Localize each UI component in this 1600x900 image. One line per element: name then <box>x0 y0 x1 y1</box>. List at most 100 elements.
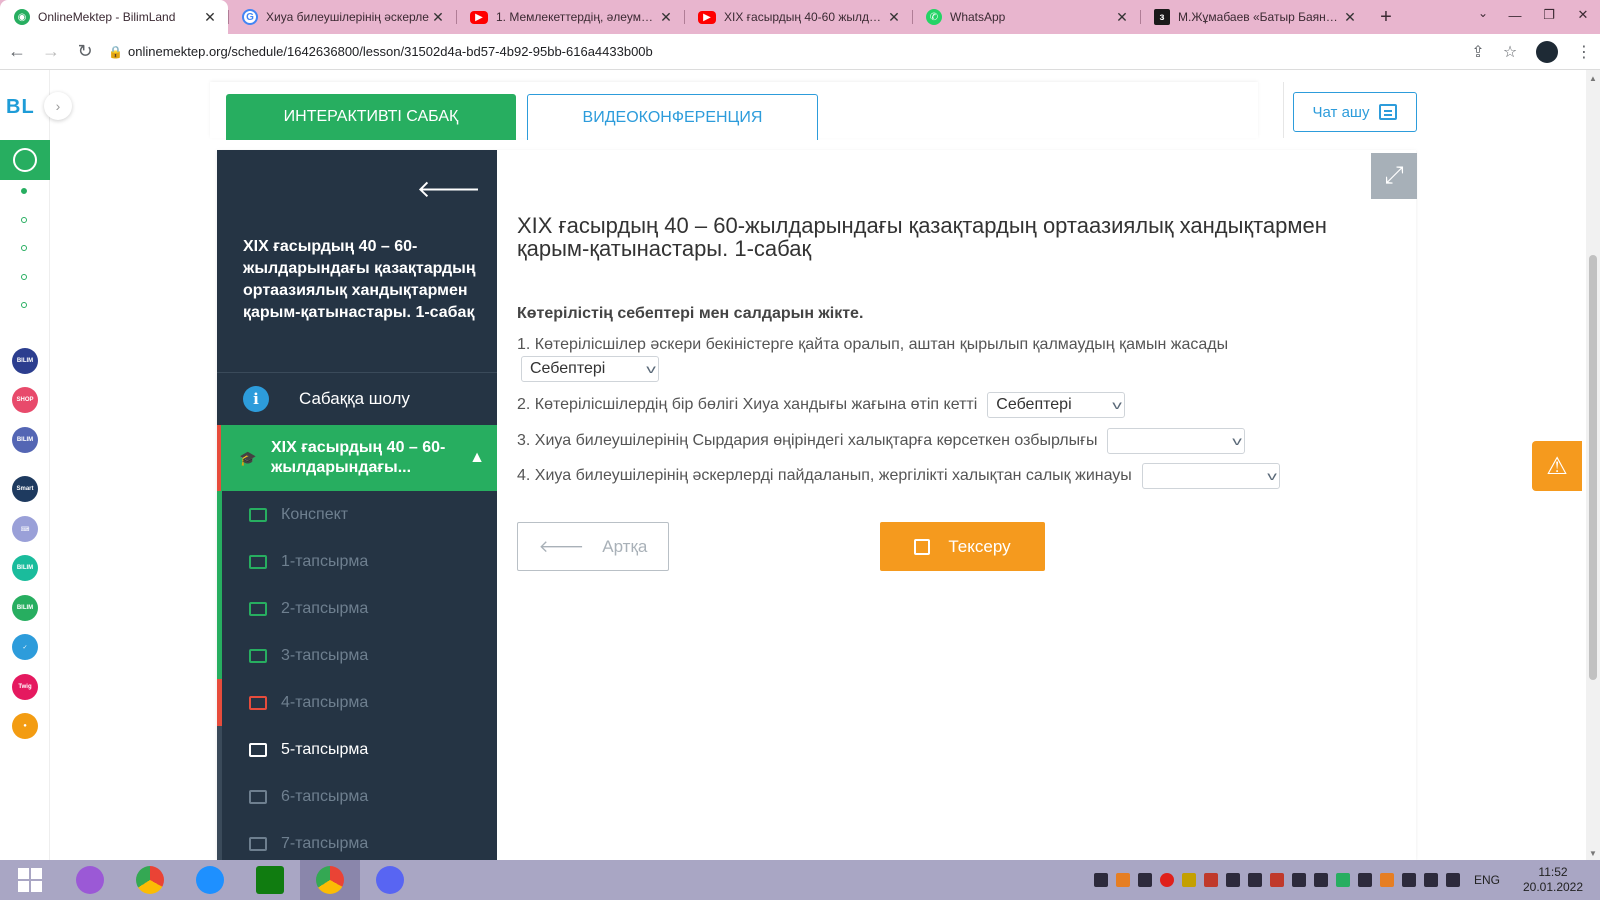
close-icon[interactable]: ✕ <box>886 9 902 26</box>
sidebar-item-konspekt[interactable]: Конспект <box>217 491 497 538</box>
close-icon[interactable]: ✕ <box>430 9 446 26</box>
status-bar <box>217 538 222 585</box>
sidebar-item-task-7[interactable]: 7-тапсырма <box>217 820 497 860</box>
bilimland-logo[interactable]: BL <box>6 96 35 119</box>
task-app-icon[interactable]: ✓ <box>12 634 38 660</box>
url-field[interactable]: 🔒 onlinemektep.org/schedule/1642636800/l… <box>108 38 1454 66</box>
answer-select-1[interactable]: Себептері v <box>521 356 659 382</box>
page-scrollbar[interactable]: ▲ ▼ <box>1586 70 1600 860</box>
status-bar <box>217 773 222 820</box>
forward-arrow-icon[interactable]: → <box>34 35 68 69</box>
nav-dot[interactable] <box>21 217 27 223</box>
sidebar-item-task-2[interactable]: 2-тапсырма <box>217 585 497 632</box>
tray-app-icon[interactable] <box>1115 873 1130 887</box>
sidebar-item-task-6[interactable]: 6-тапсырма <box>217 773 497 820</box>
answer-select-2[interactable]: Себептері v <box>987 392 1126 418</box>
minimize-icon[interactable]: — <box>1498 0 1532 30</box>
sidebar-item-task-4[interactable]: 4-тапсырма <box>217 679 497 726</box>
close-icon[interactable]: ✕ <box>1114 9 1130 26</box>
scrollbar-thumb[interactable] <box>1589 255 1597 680</box>
discord-icon[interactable] <box>360 860 420 900</box>
tab-videoconference[interactable]: ВИДЕОКОНФЕРЕНЦИЯ <box>527 94 818 140</box>
tray-app-icon[interactable] <box>1379 873 1394 887</box>
browser-tab-whatsapp[interactable]: ✆ WhatsApp ✕ <box>912 0 1140 34</box>
cortana-icon[interactable] <box>60 860 120 900</box>
close-icon[interactable]: ✕ <box>1342 9 1358 26</box>
input-language[interactable]: ENG <box>1474 873 1500 887</box>
store-icon[interactable] <box>240 860 300 900</box>
sidebar-module-current[interactable]: 🎓 XIX ғасырдың 40 – 60-жылдарындағы... ▲ <box>217 425 497 491</box>
opera-icon[interactable] <box>1159 873 1174 887</box>
window-close-icon[interactable]: ✕ <box>1566 0 1600 30</box>
nav-dot[interactable] <box>21 245 27 251</box>
answer-select-3[interactable]: v <box>1107 428 1246 454</box>
scroll-up-icon[interactable]: ▲ <box>1589 74 1597 83</box>
tab-search-chevron-icon[interactable]: ⌄ <box>1478 6 1488 20</box>
fullscreen-expand-icon[interactable]: ⤢ <box>1371 153 1417 199</box>
open-chat-button[interactable]: Чат ашу <box>1293 92 1417 132</box>
network-signal-icon[interactable] <box>1401 873 1416 887</box>
back-button[interactable]: 🡐 Артқа <box>517 522 669 571</box>
tray-app-icon[interactable] <box>1203 873 1218 887</box>
bilim-land-icon[interactable]: BILIM <box>12 595 38 621</box>
windows-start-icon[interactable] <box>0 860 60 900</box>
share-icon[interactable]: ⇪ <box>1462 36 1494 68</box>
back-arrow-icon[interactable]: ← <box>0 35 34 69</box>
reload-icon[interactable]: ↻ <box>68 35 102 69</box>
browser-tab-youtube-2[interactable]: ▶ XIX ғасырдың 40-60 жылдары ✕ <box>684 0 912 34</box>
browser-tab-znanija[interactable]: з М.Жұмабаев «Батыр Баян» по ✕ <box>1140 0 1368 34</box>
nav-dot[interactable] <box>21 302 27 308</box>
tray-app-icon[interactable] <box>1313 873 1328 887</box>
keyboard-app-icon[interactable]: ⌨ <box>12 516 38 542</box>
browser-tab-youtube-1[interactable]: ▶ 1. Мемлекеттердің, әлеуметті ✕ <box>456 0 684 34</box>
chrome-icon[interactable] <box>120 860 180 900</box>
chevron-up-icon[interactable]: ▲ <box>457 449 497 467</box>
volume-icon[interactable] <box>1423 873 1438 887</box>
smart-nation-icon[interactable]: Smart <box>12 476 38 502</box>
profile-avatar[interactable] <box>1536 40 1558 63</box>
tray-app-icon[interactable] <box>1269 873 1284 887</box>
tray-app-icon[interactable] <box>1225 873 1240 887</box>
tab-interactive-lesson[interactable]: ИНТЕРАКТИВТІ САБАҚ <box>226 94 516 140</box>
restore-icon[interactable]: ❐ <box>1532 0 1566 30</box>
internet-explorer-icon[interactable] <box>180 860 240 900</box>
tray-app-icon[interactable] <box>1137 873 1152 887</box>
orange-app-icon[interactable]: ● <box>12 713 38 739</box>
tray-app-icon[interactable] <box>1445 873 1460 887</box>
browser-tab-onlinemektep[interactable]: ◉ OnlineMektep - BilimLand ✕ <box>0 0 228 34</box>
tray-app-icon[interactable] <box>1291 873 1306 887</box>
bilim-app-3-icon[interactable]: BILIM <box>12 427 38 453</box>
close-icon[interactable]: ✕ <box>202 9 218 26</box>
battery-icon[interactable] <box>1357 873 1372 887</box>
report-warning-icon[interactable]: ⚠ <box>1532 441 1582 491</box>
collapse-sidebar-arrow-icon[interactable]: 🡐 <box>417 174 481 204</box>
sidebar-item-task-5[interactable]: 5-тапсырма <box>217 726 497 773</box>
new-tab-button[interactable]: + <box>1368 0 1404 34</box>
answer-select-4[interactable]: v <box>1141 463 1280 489</box>
tray-app-icon[interactable] <box>1093 873 1108 887</box>
tray-app-icon[interactable] <box>1247 873 1262 887</box>
close-icon[interactable]: ✕ <box>658 9 674 26</box>
tray-app-icon[interactable] <box>1181 873 1196 887</box>
bilim-app-1-icon[interactable]: BILIM <box>12 348 38 374</box>
bilim-app-6-icon[interactable]: BILIM <box>12 555 38 581</box>
tray-app-icon[interactable] <box>1335 873 1350 887</box>
nav-dot[interactable] <box>21 274 27 280</box>
check-button[interactable]: Тексеру <box>880 522 1045 571</box>
sidebar-item-lesson-review[interactable]: i Сабаққа шолу <box>217 373 497 425</box>
sidebar-item-task-3[interactable]: 3-тапсырма <box>217 632 497 679</box>
chrome-active-icon[interactable] <box>300 860 360 900</box>
scroll-down-icon[interactable]: ▼ <box>1589 849 1597 858</box>
browser-tab-google[interactable]: G Хиуа билеушілерінің әскерле ✕ <box>228 0 456 34</box>
edit-icon <box>249 554 267 569</box>
onlinemektep-app-icon[interactable] <box>0 140 50 180</box>
sidebar-item-task-1[interactable]: 1-тапсырма <box>217 538 497 585</box>
twig-icon[interactable]: Twig <box>12 674 38 700</box>
nav-dot-active[interactable] <box>21 188 27 194</box>
rail-expand-chevron-icon[interactable]: › <box>44 92 72 120</box>
system-clock[interactable]: 11:52 20.01.2022 <box>1518 865 1588 895</box>
menu-kebab-icon[interactable]: ⋮ <box>1568 36 1600 68</box>
bookmark-star-icon[interactable]: ☆ <box>1494 36 1526 68</box>
chevron-down-icon: v <box>1267 469 1277 483</box>
bilim-shop-icon[interactable]: SHOP <box>12 387 38 413</box>
